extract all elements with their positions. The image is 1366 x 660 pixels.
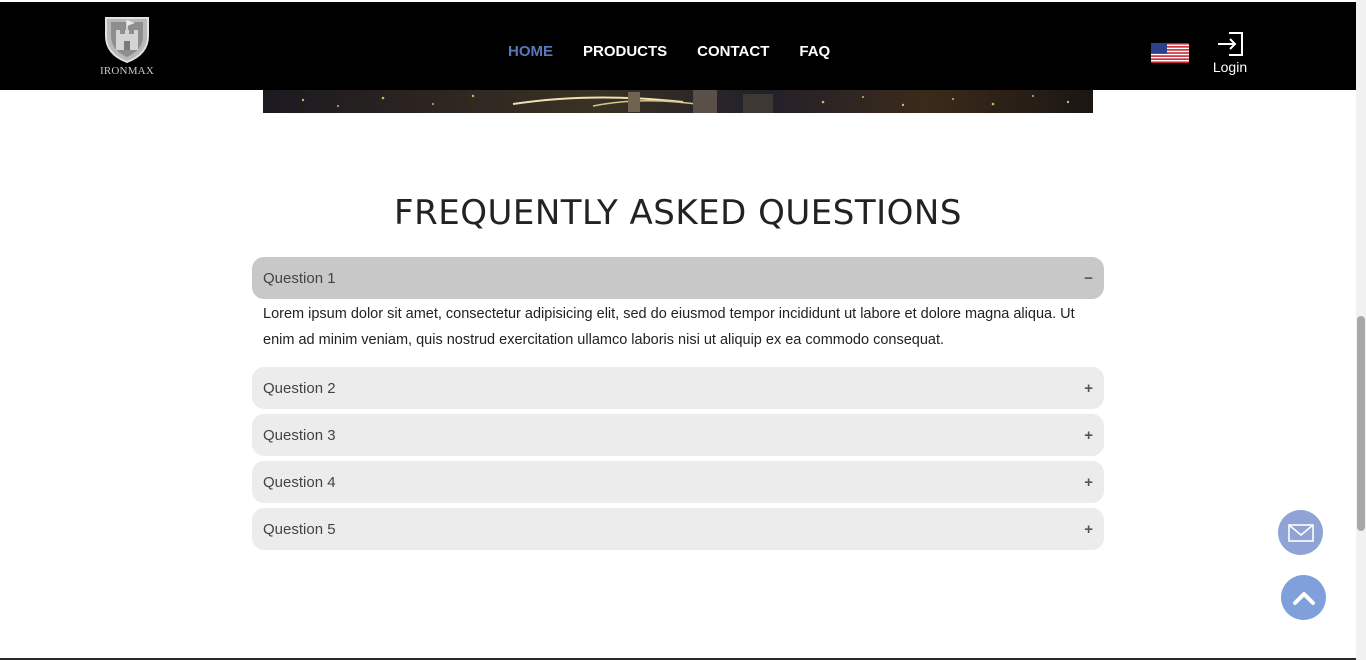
faq-item: Question 4 + [252,461,1104,503]
page-title: FREQUENTLY ASKED QUESTIONS [394,193,962,233]
faq-item: Question 3 + [252,414,1104,456]
faq-answer-1: Lorem ipsum dolor sit amet, consectetur … [252,299,1104,362]
nav-products[interactable]: PRODUCTS [583,42,667,62]
login-button[interactable]: Login [1208,31,1252,75]
faq-question-2[interactable]: Question 2 + [252,367,1104,409]
nav-home[interactable]: HOME [508,42,553,62]
us-flag-icon[interactable] [1151,43,1189,63]
plus-icon[interactable]: + [1084,474,1093,491]
faq-answer-text: Lorem ipsum dolor sit amet, consectetur … [263,306,1075,348]
faq-question-3[interactable]: Question 3 + [252,414,1104,456]
nav-contact[interactable]: CONTACT [697,42,769,62]
page-scrollbar[interactable] [1356,0,1366,660]
faq-question-label: Question 4 [263,473,336,491]
hero-banner-image [263,90,1093,113]
mail-icon [1287,523,1314,542]
site-logo[interactable]: IRONMAX [96,14,158,80]
faq-question-label: Question 2 [263,379,336,397]
faq-item: Question 5 + [252,508,1104,550]
minus-icon[interactable]: − [1084,270,1093,287]
contact-mail-button[interactable] [1278,510,1323,555]
faq-question-label: Question 3 [263,426,336,444]
plus-icon[interactable]: + [1084,521,1093,538]
plus-icon[interactable]: + [1084,380,1093,397]
faq-question-label: Question 1 [263,269,336,287]
site-header: IRONMAX HOME PRODUCTS CONTACT FAQ Login [0,2,1366,90]
faq-item: Question 1 − Lorem ipsum dolor sit amet,… [252,257,1104,362]
scrollbar-thumb[interactable] [1357,316,1365,531]
faq-question-5[interactable]: Question 5 + [252,508,1104,550]
main-nav: HOME PRODUCTS CONTACT FAQ [508,42,830,62]
chevron-up-icon [1292,591,1315,605]
faq-question-label: Question 5 [263,520,336,538]
faq-question-1[interactable]: Question 1 − [252,257,1104,299]
login-label: Login [1212,59,1248,75]
shield-logo-icon [105,17,149,64]
logo-text: IRONMAX [100,65,154,77]
login-icon [1218,32,1243,56]
faq-question-4[interactable]: Question 4 + [252,461,1104,503]
faq-item: Question 2 + [252,367,1104,409]
faq-accordion: Question 1 − Lorem ipsum dolor sit amet,… [252,257,1104,555]
plus-icon[interactable]: + [1084,427,1093,444]
back-to-top-button[interactable] [1281,575,1326,620]
nav-faq[interactable]: FAQ [799,42,830,62]
